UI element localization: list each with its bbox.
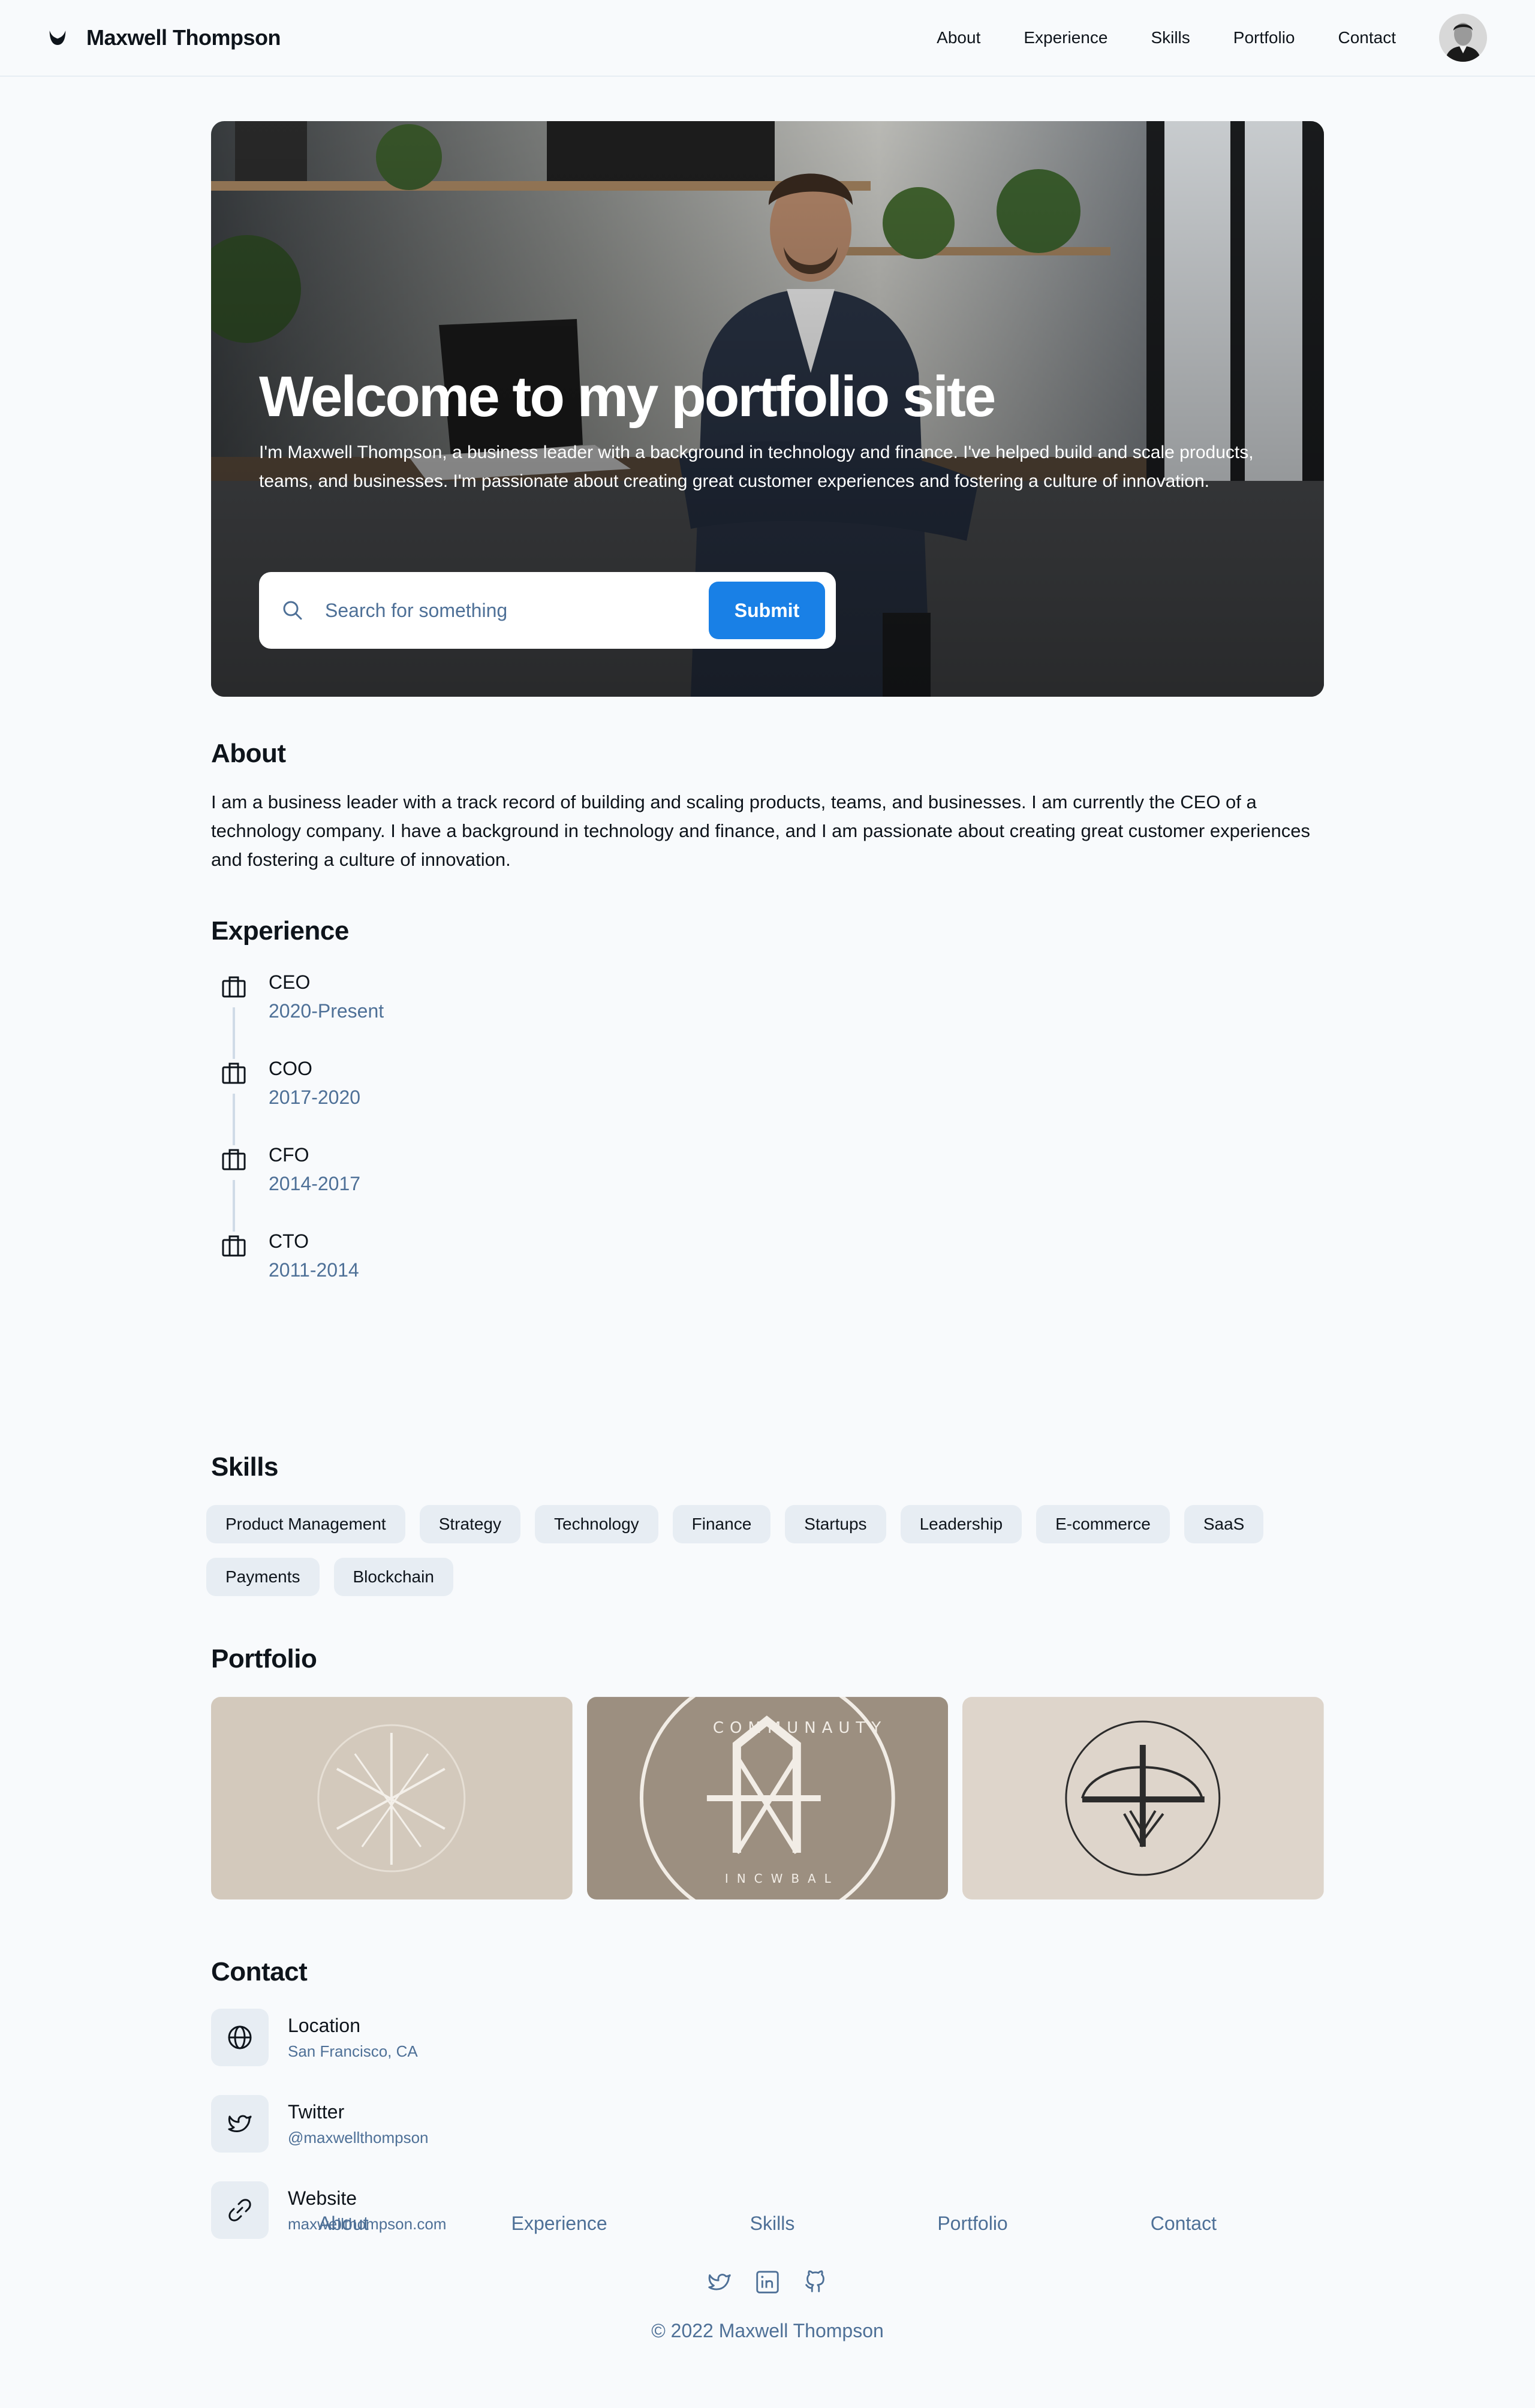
hero-title: Welcome to my portfolio site (259, 365, 996, 429)
brand-logo-icon (49, 31, 66, 45)
experience-dates: 2017-2020 (269, 1086, 361, 1108)
portfolio-title: Portfolio (211, 1644, 317, 1673)
skill-chip[interactable]: Startups (785, 1505, 886, 1543)
footer-link-about[interactable]: About (318, 2213, 369, 2235)
experience-dates: 2014-2017 (269, 1173, 361, 1194)
hero-subtitle: I'm Maxwell Thompson, a business leader … (259, 442, 1254, 491)
contact-location: Location San Francisco, CA (211, 2009, 1324, 2095)
linkedin-icon[interactable] (754, 2268, 781, 2296)
nav-experience[interactable]: Experience (1024, 28, 1107, 47)
page-footer: About Experience Skills Portfolio Contac… (211, 2213, 1324, 2342)
contact-icon-box[interactable] (211, 2095, 269, 2153)
footer-link-contact[interactable]: Contact (1151, 2213, 1217, 2235)
search-icon (283, 601, 302, 620)
about-title: About (211, 739, 286, 768)
contact-twitter: Twitter @maxwellthompson (211, 2095, 1324, 2181)
nav-about[interactable]: About (937, 28, 980, 47)
contact-value[interactable]: @maxwellthompson (288, 2129, 428, 2147)
briefcase-icon (222, 1149, 246, 1170)
experience-role: CEO (269, 971, 311, 993)
portfolio-tile-1[interactable] (211, 1697, 573, 1900)
footer-link-skills[interactable]: Skills (750, 2213, 795, 2235)
briefcase-icon (222, 976, 246, 998)
experience-item: CEO 2020-Present (211, 971, 1324, 1059)
search-bar: Submit (259, 572, 836, 649)
skills-section: Skills Product Management Strategy Techn… (206, 1452, 1324, 1596)
skill-chip[interactable]: Blockchain (333, 1558, 453, 1596)
skill-chip[interactable]: Payments (206, 1558, 320, 1596)
skill-chip[interactable]: Product Management (206, 1505, 405, 1543)
emblem-logo-image: COMMUNAUTY INCWBAL (586, 1697, 949, 1900)
experience-title: Experience (211, 916, 349, 946)
footer-link-experience[interactable]: Experience (511, 2213, 607, 2235)
hero-text: Welcome to my portfolio site I'm Maxwell… (259, 365, 1278, 496)
briefcase-icon (222, 1062, 246, 1084)
tree-logo-image (962, 1697, 1325, 1900)
skill-chip[interactable]: SaaS (1184, 1505, 1264, 1543)
experience-item: COO 2017-2020 (211, 1058, 1324, 1145)
main-nav: About Experience Skills Portfolio Contac… (937, 14, 1487, 62)
skills-chip-list: Product Management Strategy Technology F… (206, 1505, 1334, 1596)
twitter-icon (228, 2115, 252, 2132)
portfolio-tile-3[interactable] (962, 1697, 1325, 1900)
contact-label: Twitter (288, 2101, 345, 2123)
github-icon[interactable] (802, 2268, 829, 2296)
experience-section: Experience CEO 2020-Present COO 2017-202… (211, 916, 1324, 1317)
contact-value: San Francisco, CA (288, 2042, 418, 2060)
timeline-connector (233, 1007, 235, 1059)
experience-item: CFO 2014-2017 (211, 1144, 1324, 1232)
brand[interactable]: Maxwell Thompson (48, 25, 281, 50)
experience-role: CTO (269, 1230, 309, 1252)
contact-label: Website (288, 2187, 357, 2209)
contact-label: Location (288, 2015, 360, 2036)
emblem-bottom-text: INCWBAL (725, 1871, 839, 1886)
nav-contact[interactable]: Contact (1338, 28, 1396, 47)
experience-role: COO (269, 1058, 312, 1079)
experience-dates: 2011-2014 (269, 1259, 359, 1281)
portfolio-section: Portfolio COMMUNAUTY INCWBAL (211, 1644, 1325, 1900)
contact-title: Contact (211, 1957, 308, 1986)
contact-icon-box (211, 2009, 269, 2066)
nav-skills[interactable]: Skills (1151, 28, 1190, 47)
briefcase-icon (222, 1235, 246, 1257)
skill-chip[interactable]: Strategy (419, 1505, 520, 1543)
skill-chip[interactable]: Leadership (900, 1505, 1022, 1543)
main-content: Welcome to my portfolio site I'm Maxwell… (206, 121, 1325, 2239)
footer-nav: About Experience Skills Portfolio Contac… (211, 2213, 1324, 2235)
emblem-top-text: COMMUNAUTY (713, 1719, 887, 1737)
experience-item: CTO 2011-2014 (211, 1230, 1324, 1317)
nav-portfolio[interactable]: Portfolio (1233, 28, 1295, 47)
experience-role: CFO (269, 1144, 309, 1166)
abstract-logo-image (211, 1697, 573, 1900)
portfolio-gallery: COMMUNAUTY INCWBAL (211, 1697, 1325, 1900)
about-section: About I am a business leader with a trac… (211, 739, 1324, 874)
portfolio-tile-2[interactable]: COMMUNAUTY INCWBAL (586, 1697, 949, 1900)
timeline-connector (233, 1094, 235, 1145)
search-input[interactable] (325, 599, 697, 622)
timeline-connector (233, 1180, 235, 1232)
skill-chip[interactable]: E-commerce (1036, 1505, 1170, 1543)
experience-dates: 2020-Present (269, 1000, 384, 1022)
top-header: Maxwell Thompson About Experience Skills… (0, 0, 1535, 77)
hero-banner: Welcome to my portfolio site I'm Maxwell… (211, 121, 1324, 697)
avatar-portrait-icon (1439, 14, 1487, 62)
experience-timeline: CEO 2020-Present COO 2017-2020 CFO 2014-… (211, 971, 1324, 1317)
copyright-text: © 2022 Maxwell Thompson (651, 2320, 884, 2341)
footer-social-links (211, 2268, 1324, 2296)
brand-name: Maxwell Thompson (86, 25, 281, 50)
footer-link-portfolio[interactable]: Portfolio (937, 2213, 1007, 2235)
skill-chip[interactable]: Finance (672, 1505, 771, 1543)
twitter-icon[interactable] (706, 2268, 733, 2296)
globe-icon (228, 2025, 252, 2049)
about-text: I am a business leader with a track reco… (211, 791, 1311, 870)
submit-button[interactable]: Submit (709, 582, 825, 639)
skill-chip[interactable]: Technology (535, 1505, 658, 1543)
skills-title: Skills (211, 1452, 278, 1482)
avatar[interactable] (1439, 14, 1487, 62)
